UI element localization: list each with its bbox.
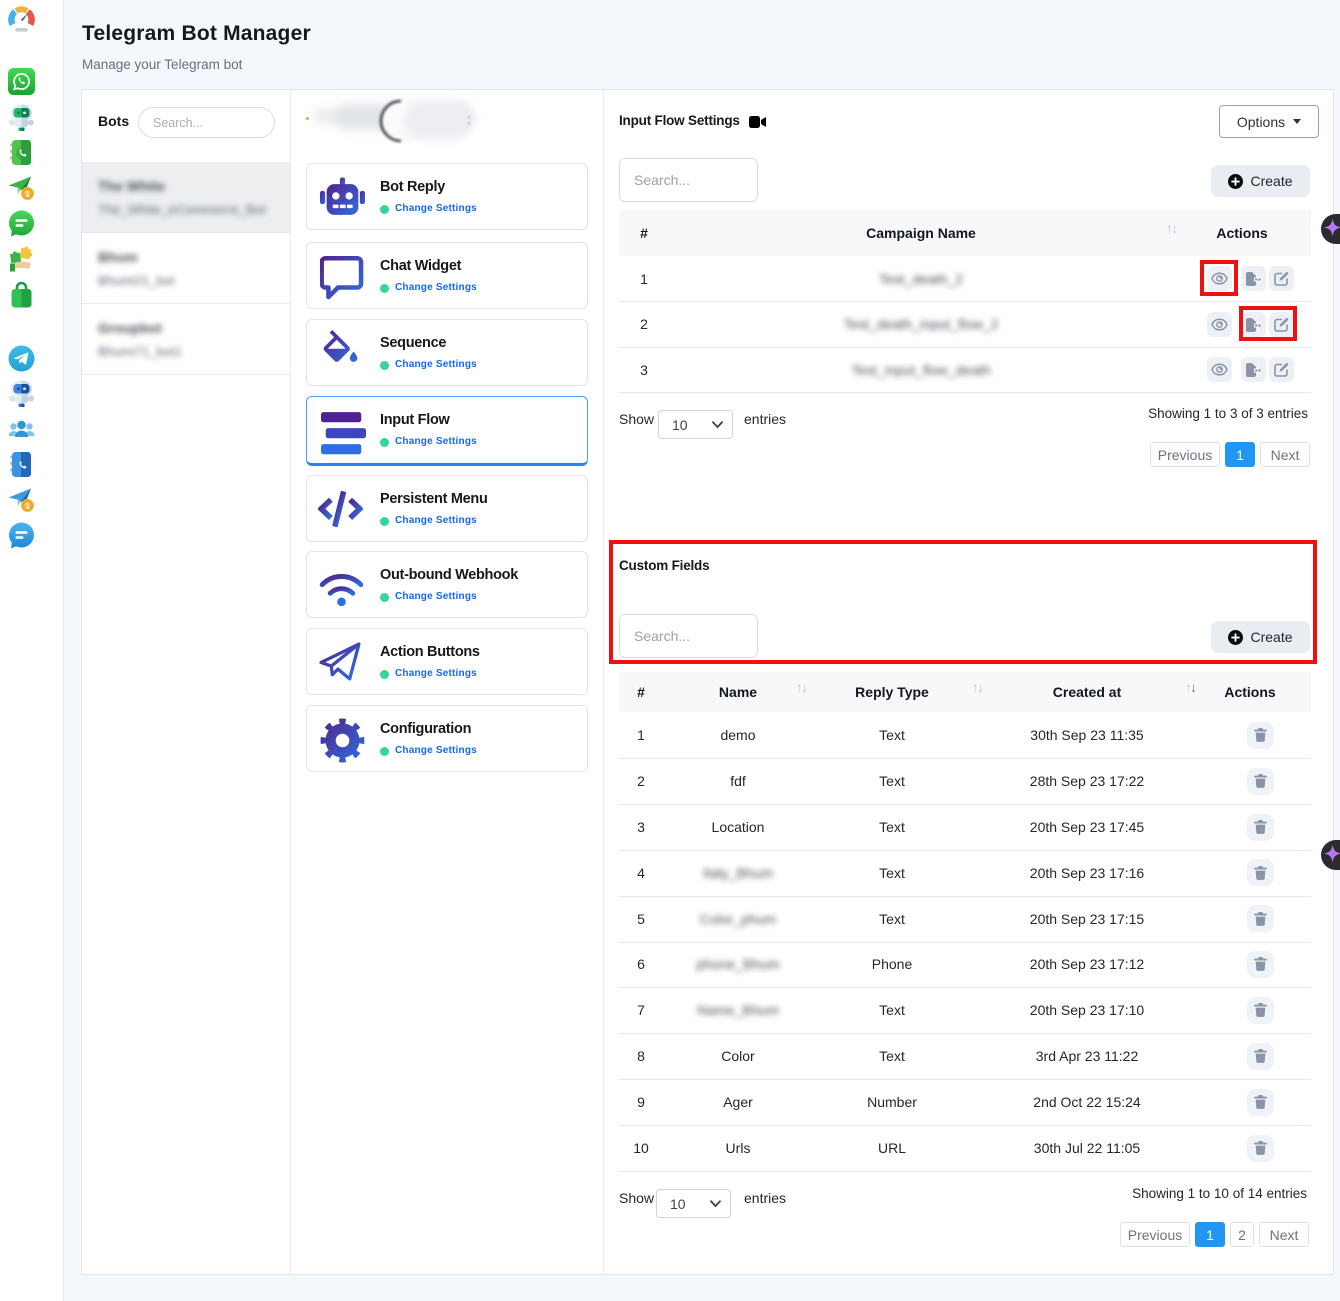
svg-text:1: 1 [25, 189, 30, 199]
svg-text:1: 1 [25, 501, 30, 511]
